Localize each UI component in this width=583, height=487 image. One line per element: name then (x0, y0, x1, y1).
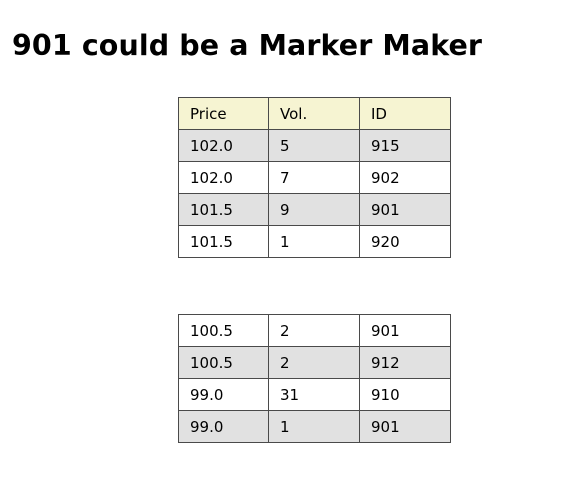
id-cell: 901 (359, 410, 451, 443)
bid-order-table: 100.5 2 901 100.5 2 912 99.0 31 910 99.0… (178, 314, 451, 443)
table-row: 100.5 2 901 (178, 314, 451, 347)
volume-cell: 2 (268, 346, 360, 379)
id-cell: 920 (359, 225, 451, 258)
id-cell: 902 (359, 161, 451, 194)
id-cell: 901 (359, 193, 451, 226)
table-header-row: Price Vol. ID (178, 97, 451, 130)
table-row: 102.0 7 902 (178, 161, 451, 194)
table-row: 102.0 5 915 (178, 129, 451, 162)
ask-order-table: Price Vol. ID 102.0 5 915 102.0 7 902 10… (178, 97, 451, 258)
table-row: 99.0 1 901 (178, 410, 451, 443)
table-row: 100.5 2 912 (178, 346, 451, 379)
price-cell: 99.0 (178, 410, 269, 443)
price-cell: 99.0 (178, 378, 269, 411)
table-row: 101.5 1 920 (178, 225, 451, 258)
volume-cell: 9 (268, 193, 360, 226)
price-cell: 101.5 (178, 225, 269, 258)
id-cell: 915 (359, 129, 451, 162)
price-cell: 101.5 (178, 193, 269, 226)
volume-cell: 7 (268, 161, 360, 194)
price-cell: 100.5 (178, 346, 269, 379)
id-cell: 901 (359, 314, 451, 347)
column-header-id: ID (359, 97, 451, 130)
column-header-price: Price (178, 97, 269, 130)
volume-cell: 1 (268, 225, 360, 258)
volume-cell: 1 (268, 410, 360, 443)
column-header-volume: Vol. (268, 97, 360, 130)
price-cell: 102.0 (178, 129, 269, 162)
price-cell: 102.0 (178, 161, 269, 194)
table-row: 99.0 31 910 (178, 378, 451, 411)
price-cell: 100.5 (178, 314, 269, 347)
volume-cell: 31 (268, 378, 360, 411)
id-cell: 912 (359, 346, 451, 379)
id-cell: 910 (359, 378, 451, 411)
page-title: 901 could be a Marker Maker (12, 29, 483, 62)
volume-cell: 5 (268, 129, 360, 162)
table-row: 101.5 9 901 (178, 193, 451, 226)
volume-cell: 2 (268, 314, 360, 347)
